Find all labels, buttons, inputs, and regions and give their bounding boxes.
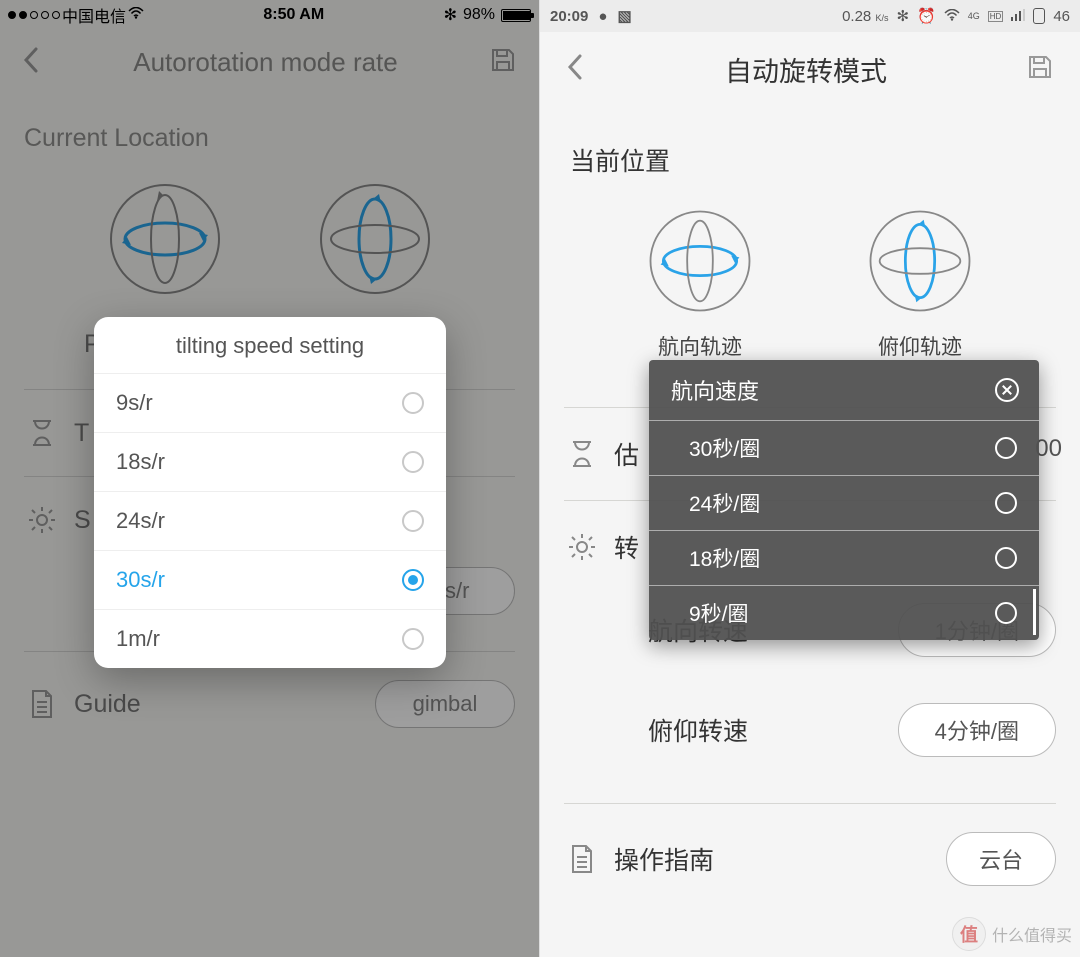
radio-icon xyxy=(402,510,424,532)
tilt-speed-label: 俯仰转速 xyxy=(600,712,898,748)
guide-label: 操作指南 xyxy=(600,841,946,877)
radio-icon xyxy=(402,628,424,650)
speed-option-2[interactable]: 24s/r xyxy=(94,491,446,550)
watermark-glyph: 值 xyxy=(952,917,986,951)
tilt-orbit-icon xyxy=(865,206,975,321)
scrollbar[interactable] xyxy=(1033,589,1036,635)
speed-option-1[interactable]: 24秒/圈 xyxy=(649,475,1039,530)
doc-icon xyxy=(564,843,600,875)
close-icon[interactable] xyxy=(995,378,1019,402)
orbit-diagrams: 航向轨迹 俯仰轨迹 xyxy=(540,188,1080,371)
section-current-location: 当前位置 xyxy=(540,106,1080,188)
radio-icon xyxy=(402,451,424,473)
guide-value[interactable]: 云台 xyxy=(946,832,1056,886)
gear-icon xyxy=(564,532,600,562)
pan-orbit-icon xyxy=(645,206,755,321)
pan-speed-dialog: 航向速度 30秒/圈 24秒/圈 18秒/圈 9秒/圈 xyxy=(649,360,1039,640)
image-icon: ▧ xyxy=(617,7,631,25)
navbar: 自动旋转模式 xyxy=(540,32,1080,106)
dialog-title: 航向速度 xyxy=(671,374,759,406)
speed-option-0[interactable]: 30秒/圈 xyxy=(649,420,1039,475)
radio-icon xyxy=(995,437,1017,459)
speed-option-3[interactable]: 9秒/圈 xyxy=(649,585,1039,640)
page-title: 自动旋转模式 xyxy=(725,50,887,89)
radio-icon xyxy=(402,392,424,414)
radio-icon xyxy=(995,492,1017,514)
speed-option-3[interactable]: 30s/r xyxy=(94,550,446,609)
ios-screen: 中国电信 8:50 AM ✻ 98% Autorotation mode rat… xyxy=(0,0,540,957)
bluetooth-icon: ✻ xyxy=(896,7,909,25)
status-time: 20:09 xyxy=(550,8,588,25)
hd-indicator: HD xyxy=(988,11,1004,22)
radio-icon xyxy=(995,547,1017,569)
tilting-speed-dialog: tilting speed setting 9s/r 18s/r 24s/r 3… xyxy=(94,317,446,668)
dialog-title: tilting speed setting xyxy=(94,317,446,373)
tilt-speed-value[interactable]: 4分钟/圈 xyxy=(898,703,1056,757)
save-button[interactable] xyxy=(1026,53,1054,86)
alarm-icon: ⏰ xyxy=(917,7,936,25)
speed-option-0[interactable]: 9s/r xyxy=(94,373,446,432)
watermark: 值 什么值得买 xyxy=(952,917,1072,951)
watermark-text: 什么值得买 xyxy=(992,922,1072,946)
speed-option-4[interactable]: 1m/r xyxy=(94,609,446,668)
signal-icon xyxy=(1011,8,1025,24)
net-gen: 4G xyxy=(968,11,980,21)
hourglass-icon xyxy=(564,439,600,469)
battery-icon xyxy=(1033,8,1045,24)
back-button[interactable] xyxy=(566,52,586,87)
speed-option-2[interactable]: 18秒/圈 xyxy=(649,530,1039,585)
android-status-bar: 20:09 ● ▧ 0.28 K/s ✻ ⏰ 4G HD 46 xyxy=(540,0,1080,32)
tilt-orbit-label: 俯仰轨迹 xyxy=(878,331,962,361)
radio-icon xyxy=(995,602,1017,624)
net-rate: 0.28 K/s xyxy=(842,8,888,25)
wechat-icon: ● xyxy=(598,8,607,25)
android-screen: 20:09 ● ▧ 0.28 K/s ✻ ⏰ 4G HD 46 xyxy=(540,0,1080,957)
pan-orbit-label: 航向轨迹 xyxy=(658,331,742,361)
radio-icon xyxy=(402,569,424,591)
wifi-icon xyxy=(944,8,960,24)
battery-pct: 46 xyxy=(1053,8,1070,25)
speed-option-1[interactable]: 18s/r xyxy=(94,432,446,491)
estimate-tail: 00 xyxy=(1035,435,1062,463)
